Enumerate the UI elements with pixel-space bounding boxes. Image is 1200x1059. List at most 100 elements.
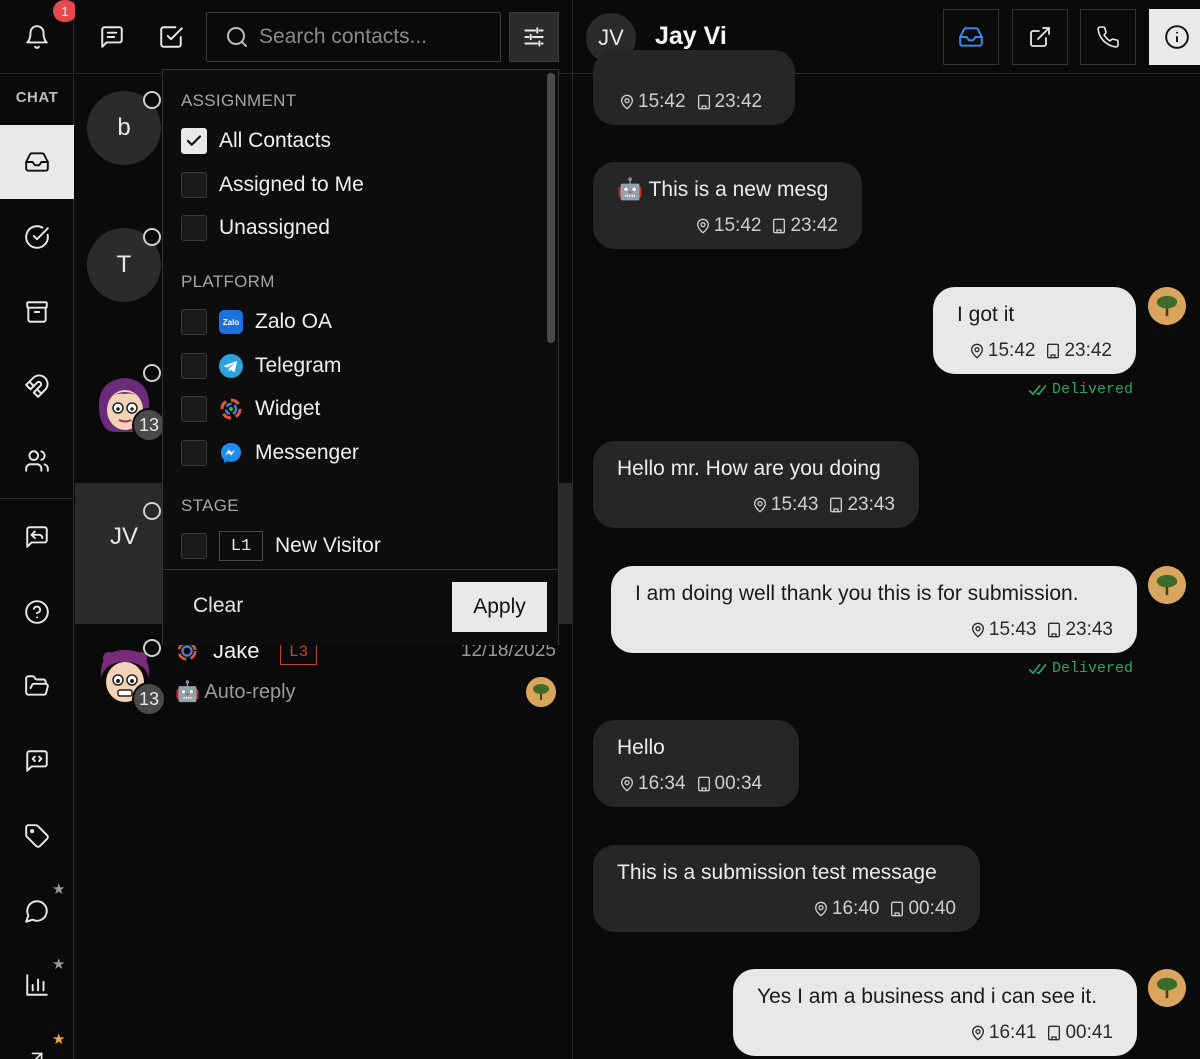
message-meta: 16:40 00:40 [813, 898, 956, 920]
rail-item-help[interactable] [0, 575, 74, 649]
local-time: 16:34 [638, 773, 686, 794]
status-indicator [143, 502, 161, 520]
business-time: 23:42 [714, 91, 763, 112]
checkbox[interactable] [181, 215, 207, 241]
filter-option-stage-l1[interactable]: L1 New Visitor [181, 531, 381, 561]
message-outgoing: I am doing well thank you this is for su… [611, 566, 1137, 653]
inbox-icon [958, 24, 984, 50]
message-text: Hello mr. How are you doing [617, 457, 881, 480]
option-label: Messenger [255, 441, 359, 464]
filter-option-widget[interactable]: Widget [181, 396, 320, 422]
status-indicator [143, 91, 161, 109]
open-external-button[interactable] [1012, 9, 1068, 65]
preview-text: Auto-reply [204, 681, 296, 703]
option-label: Telegram [255, 354, 342, 377]
rail-item-tags[interactable] [0, 799, 74, 873]
folder-icon [24, 673, 50, 699]
double-check-icon [1028, 662, 1048, 676]
messenger-icon [219, 441, 243, 465]
search-icon [225, 25, 249, 49]
checkbox[interactable] [181, 533, 207, 559]
section-platform: PLATFORM [181, 272, 275, 291]
business-time: 23:42 [1064, 340, 1112, 361]
filter-option-assigned-to-me[interactable]: Assigned to Me [181, 172, 364, 198]
search-box[interactable] [206, 12, 501, 62]
section-assignment: ASSIGNMENT [181, 91, 297, 110]
checkbox[interactable] [181, 309, 207, 335]
check-circle-icon [24, 224, 50, 250]
apply-button[interactable]: Apply [452, 582, 547, 632]
location-icon [813, 901, 829, 917]
rail-item-quick-replies[interactable] [0, 500, 74, 574]
info-icon [1164, 24, 1190, 50]
chat-bubble-icon [24, 898, 50, 924]
delivered-label: Delivered [1052, 660, 1134, 677]
filter-option-all-contacts[interactable]: All Contacts [181, 128, 331, 154]
star-icon: ★ [52, 1031, 66, 1048]
archive-icon [24, 299, 50, 325]
checkbox[interactable] [181, 172, 207, 198]
filter-option-messenger[interactable]: Messenger [181, 440, 359, 466]
option-label: New Visitor [275, 534, 381, 557]
external-link-icon[interactable] [26, 1047, 48, 1059]
rail-item-leads[interactable] [0, 349, 74, 423]
local-time: 15:43 [770, 494, 819, 515]
chat-pane: JV Jay Vi 15:42 23:42 🤖 This is a new me… [572, 0, 1200, 1059]
local-time: 16:40 [831, 898, 880, 919]
business-time: 23:43 [1065, 619, 1113, 640]
rail-item-integrations[interactable] [0, 724, 74, 798]
filter-footer: Clear Apply [163, 569, 558, 645]
checkbox[interactable] [181, 353, 207, 379]
chat-title: Jay Vi [655, 22, 727, 50]
star-icon: ★ [52, 881, 66, 898]
zalo-icon: Zalo [219, 310, 243, 334]
notification-badge: 1 [53, 0, 77, 22]
contact-preview: 🤖 Auto-reply [175, 681, 296, 703]
agent-avatar [1148, 566, 1186, 604]
message-meta: 16:34 00:34 [619, 773, 762, 795]
checkbox[interactable] [181, 440, 207, 466]
checkbox[interactable] [181, 396, 207, 422]
rail-item-inbox[interactable] [0, 125, 74, 199]
delivered-label: Delivered [1052, 381, 1134, 398]
move-to-inbox-button[interactable] [943, 9, 999, 65]
rail-item-contacts[interactable] [0, 424, 74, 498]
rail-divider [0, 498, 74, 499]
users-icon [24, 448, 50, 474]
business-time: 00:40 [908, 898, 956, 919]
business-time: 23:42 [790, 215, 838, 236]
select-button[interactable] [152, 18, 190, 56]
filter-button[interactable] [509, 12, 559, 62]
message-square-icon [99, 24, 125, 50]
option-label: Zalo OA [255, 310, 333, 333]
status-indicator [143, 364, 161, 382]
filter-option-zalo[interactable]: Zalo Zalo OA [181, 309, 332, 335]
building-icon [771, 218, 787, 234]
section-stage: STAGE [181, 496, 239, 515]
status-indicator [143, 228, 161, 246]
scrollbar[interactable] [547, 73, 555, 343]
checkbox[interactable] [181, 128, 207, 154]
rail-item-files[interactable] [0, 649, 74, 723]
location-icon [752, 497, 768, 513]
rail-item-archive[interactable] [0, 275, 74, 349]
clear-button[interactable]: Clear [193, 594, 243, 618]
message-meta: 15:42 23:42 [619, 91, 762, 113]
rail-item-resolved[interactable] [0, 200, 74, 274]
conversations-button[interactable] [93, 18, 131, 56]
location-icon [970, 1025, 986, 1041]
info-button[interactable] [1149, 9, 1200, 65]
filter-option-unassigned[interactable]: Unassigned [181, 215, 330, 241]
call-button[interactable] [1080, 9, 1136, 65]
local-time: 16:41 [988, 1022, 1037, 1043]
building-icon [889, 901, 905, 917]
business-time: 00:41 [1065, 1022, 1113, 1043]
bell-icon [24, 24, 50, 50]
search-input[interactable] [259, 25, 479, 49]
option-label: All Contacts [219, 129, 332, 152]
status-indicator [143, 639, 161, 657]
building-icon [696, 776, 712, 792]
filter-option-telegram[interactable]: Telegram [181, 353, 341, 379]
option-label: Widget [255, 397, 321, 420]
left-rail: 1 CHAT ★ ★ ★ [0, 0, 77, 1059]
